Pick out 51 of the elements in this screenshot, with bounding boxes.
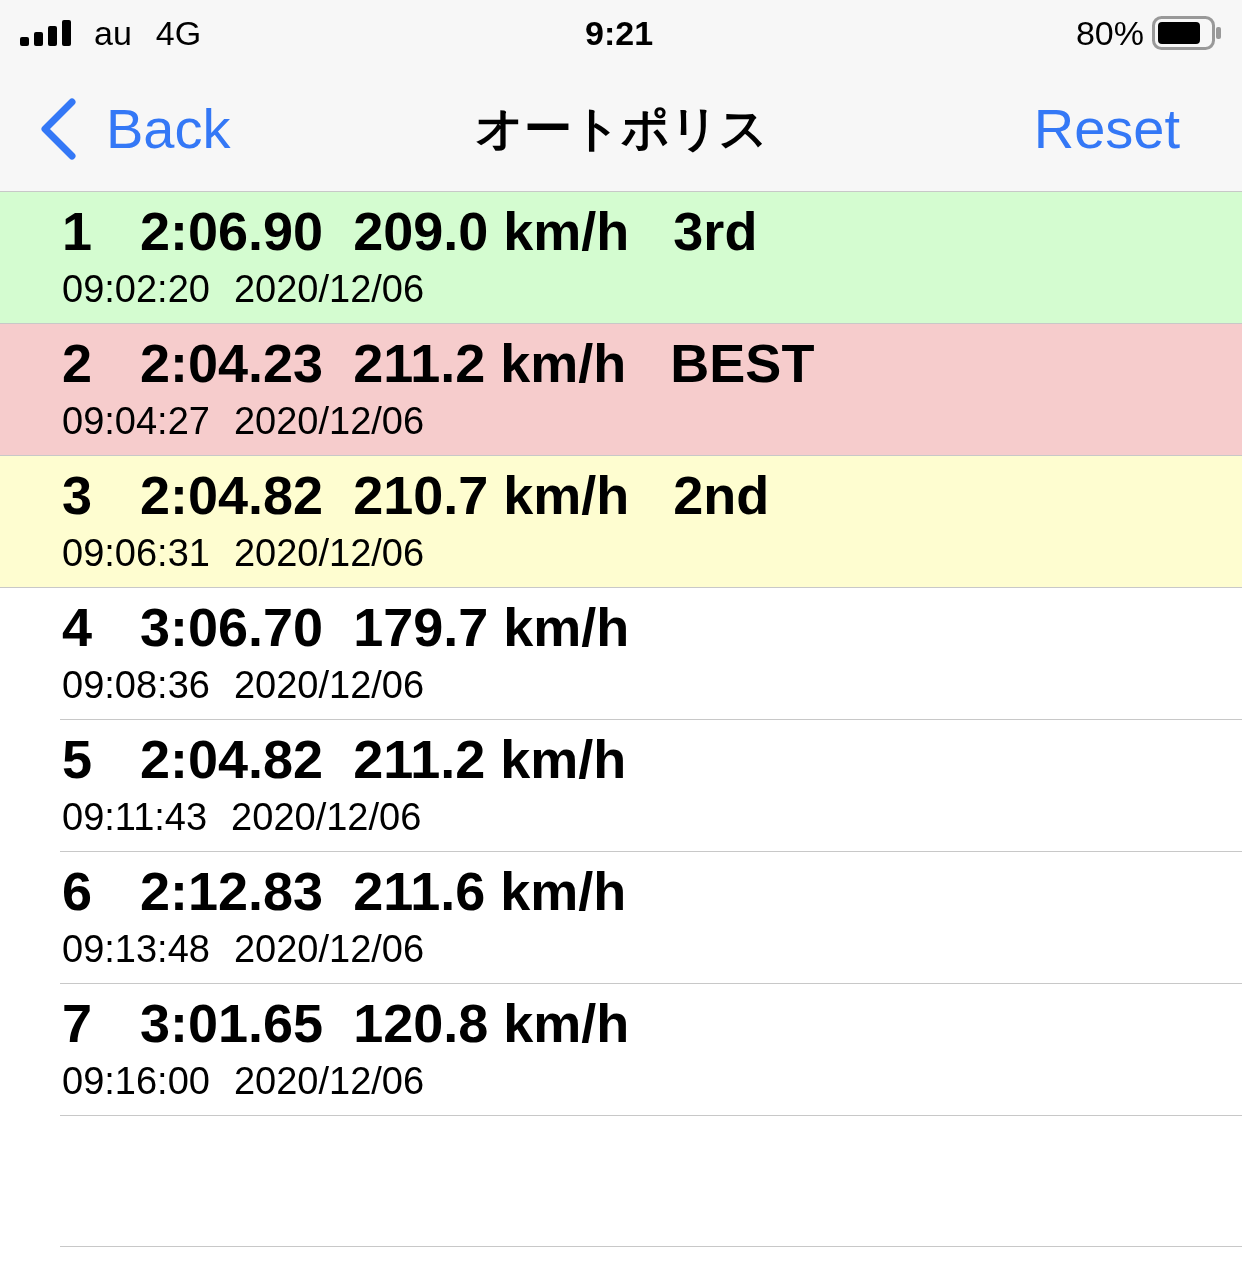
carrier-label: au xyxy=(94,12,132,54)
lap-time: 3:06.70 xyxy=(140,596,324,658)
lap-speed: 210.7 km/h xyxy=(353,464,630,526)
battery-percent: 80% xyxy=(1075,12,1144,54)
lap-row[interactable]: 2 2:04.23 211.2 km/h BEST 09:04:27 2020/12/06 xyxy=(0,324,1242,456)
lap-time: 2:04.82 xyxy=(140,728,324,790)
lap-timestamp: 09:02:20 xyxy=(62,267,210,312)
lap-speed: 179.7 km/h xyxy=(353,596,630,658)
lap-speed: 120.8 km/h xyxy=(353,992,630,1054)
lap-timestamp: 09:13:48 xyxy=(62,927,210,972)
lap-speed: 211.2 km/h xyxy=(353,728,627,790)
lap-number: 3 xyxy=(62,464,94,526)
lap-number: 6 xyxy=(62,860,94,922)
lap-speed: 211.2 km/h xyxy=(353,332,627,394)
lap-rank: 2nd xyxy=(673,464,770,526)
lap-row[interactable]: 3 2:04.82 210.7 km/h 2nd 09:06:31 2020/12/06 xyxy=(0,456,1242,588)
lap-timestamp: 09:04:27 xyxy=(62,399,210,444)
lap-number: 5 xyxy=(62,728,94,790)
lap-time: 2:04.82 xyxy=(140,464,324,526)
lap-rank: BEST xyxy=(670,332,815,394)
lap-number: 1 xyxy=(62,200,94,262)
lap-date: 2020/12/06 xyxy=(233,531,425,576)
signal-icon xyxy=(20,20,72,46)
lap-date: 2020/12/06 xyxy=(233,399,425,444)
lap-date: 2020/12/06 xyxy=(233,927,425,972)
lap-rank: 3rd xyxy=(673,200,758,262)
back-button[interactable]: Back xyxy=(38,87,231,171)
lap-time: 3:01.65 xyxy=(140,992,324,1054)
lap-number: 2 xyxy=(62,332,94,394)
chevron-left-icon xyxy=(38,98,78,160)
network-label: 4G xyxy=(155,12,202,54)
lap-timestamp: 09:06:31 xyxy=(62,531,210,576)
lap-number: 7 xyxy=(62,992,94,1054)
lap-date: 2020/12/06 xyxy=(233,663,425,708)
reset-button[interactable]: Reset xyxy=(1033,87,1180,171)
clock-time: 9:21 xyxy=(585,12,654,54)
lap-date: 2020/12/06 xyxy=(233,267,425,312)
lap-speed: 211.6 km/h xyxy=(353,860,627,922)
lap-timestamp: 09:08:36 xyxy=(62,663,210,708)
lap-timestamp: 09:11:43 xyxy=(62,795,208,840)
nav-title: オートポリス xyxy=(473,101,769,157)
lap-timestamp: 09:16:00 xyxy=(62,1059,210,1104)
lap-speed: 209.0 km/h xyxy=(353,200,630,262)
lap-time: 2:06.90 xyxy=(140,200,324,262)
lap-number: 4 xyxy=(62,596,94,658)
lap-time: 2:04.23 xyxy=(140,332,324,394)
lap-time: 2:12.83 xyxy=(140,860,324,922)
lap-date: 2020/12/06 xyxy=(233,1059,425,1104)
lap-date: 2020/12/06 xyxy=(231,795,422,840)
battery-icon xyxy=(1152,16,1222,50)
lap-row[interactable]: 1 2:06.90 209.0 km/h 3rd 09:02:20 2020/12/06 xyxy=(0,192,1242,324)
